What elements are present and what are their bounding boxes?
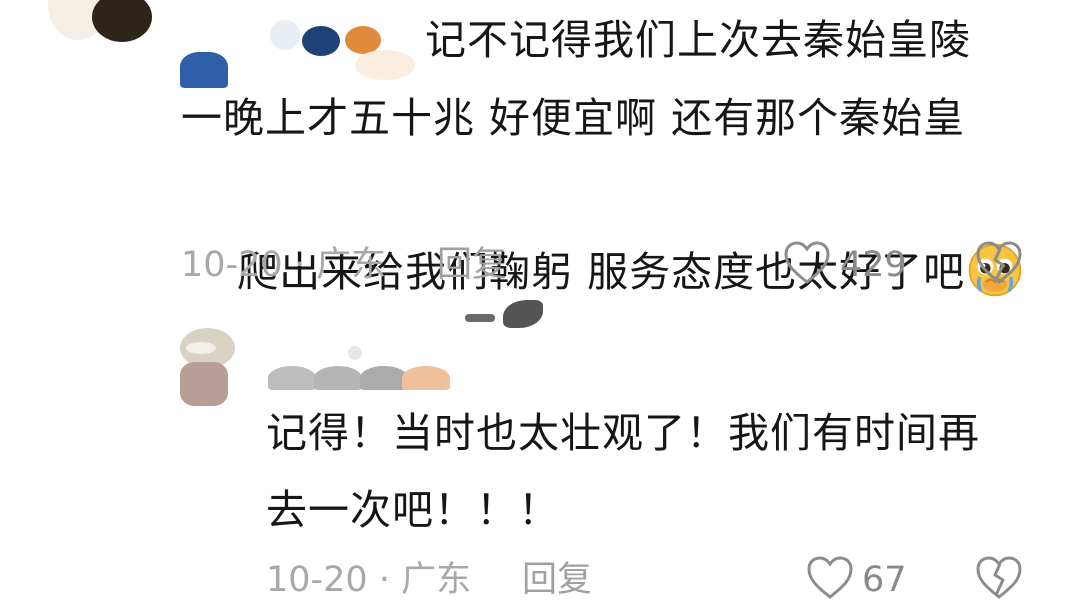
comment-date-location: 10-20 · 广东 (266, 560, 472, 600)
username-blurred[interactable] (268, 340, 458, 390)
comment-text-line: 记得！当时也太壮观了！我们有时间再 (266, 409, 980, 457)
comment-text-line: 一晚上才五十兆 好便宜啊 还有那个秦始皇 (181, 94, 966, 142)
heart-outline-icon[interactable] (783, 240, 831, 286)
reply-button[interactable]: 回复 (437, 245, 507, 285)
like-count: 429 (840, 245, 907, 285)
comment-text-line: 去一次吧！！！ (266, 486, 560, 534)
avatar[interactable] (48, 0, 158, 50)
reply-button[interactable]: 回复 (522, 560, 592, 600)
heart-outline-icon[interactable] (806, 555, 854, 601)
comment-text-line: 记不记得我们上次去秦始皇陵 (425, 16, 971, 64)
blurred-decoration (465, 300, 545, 330)
comment-date-location: 10-20 · 广东 (181, 245, 387, 285)
avatar[interactable] (180, 328, 235, 408)
broken-heart-icon[interactable] (975, 555, 1023, 601)
username-blurred[interactable] (180, 20, 415, 88)
like-count: 67 (862, 560, 907, 600)
broken-heart-icon[interactable] (975, 240, 1023, 286)
